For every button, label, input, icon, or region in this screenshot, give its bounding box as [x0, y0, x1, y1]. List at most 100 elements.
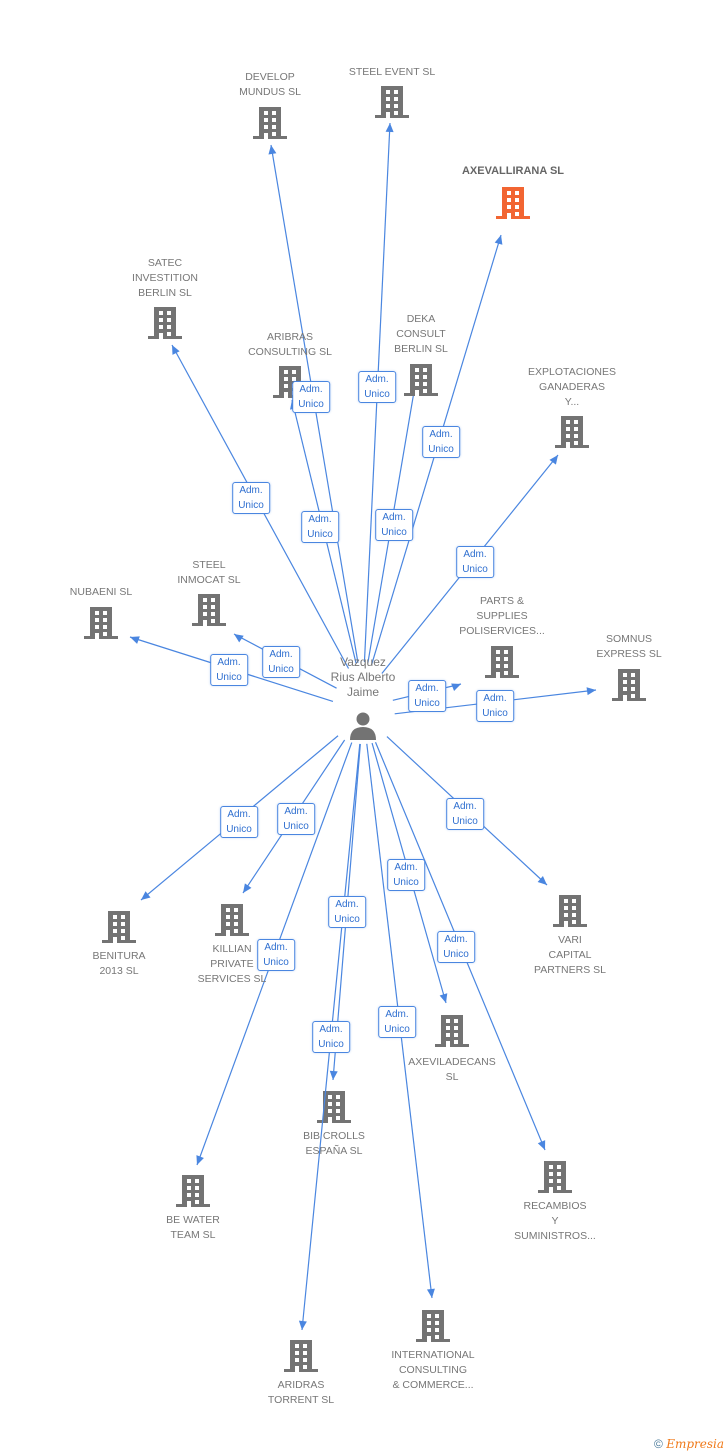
- company-label-line: BERLIN SL: [394, 343, 448, 355]
- company-label[interactable]: BE WATER TEAM SL: [166, 1213, 220, 1243]
- company-label-line: CONSULTING SL: [248, 346, 332, 358]
- building-icon[interactable]: [253, 107, 287, 140]
- arrow-head: [130, 636, 140, 644]
- company-label-line: SUPPLIES: [476, 610, 528, 622]
- role-label[interactable]: Adm. Unico: [312, 1021, 350, 1053]
- company-label[interactable]: DEKA CONSULT BERLIN SL: [394, 312, 448, 357]
- company-label-line: SL: [445, 1071, 459, 1083]
- building-icon[interactable]: [176, 1175, 210, 1208]
- company-label-line: GANADERAS: [539, 381, 605, 393]
- company-label-line: ARIBRAS: [266, 331, 314, 343]
- arrow-head: [268, 145, 277, 155]
- company-label[interactable]: NUBAENI SL: [70, 585, 132, 600]
- role-label[interactable]: Adm. Unico: [422, 426, 460, 458]
- company-label[interactable]: AXEVILADECANS SL: [408, 1055, 496, 1085]
- company-label-line: ESPAÑA SL: [305, 1145, 363, 1157]
- building-icon[interactable]: [416, 1310, 450, 1343]
- building-icon[interactable]: [404, 364, 438, 397]
- building-icon[interactable]: [148, 307, 182, 340]
- building-icon[interactable]: [485, 646, 519, 679]
- arrow-head: [243, 883, 252, 893]
- building-icon[interactable]: [435, 1015, 469, 1048]
- company-label-line: Y: [551, 1215, 559, 1227]
- company-label-line: SOMNUS: [605, 633, 653, 645]
- company-label[interactable]: ARIBRAS CONSULTING SL: [248, 330, 332, 360]
- role-label[interactable]: Adm. Unico: [358, 371, 396, 403]
- company-label-line: PARTS &: [480, 595, 524, 607]
- role-label[interactable]: Adm. Unico: [408, 680, 446, 712]
- building-icon[interactable]: [538, 1161, 572, 1194]
- company-label[interactable]: SATEC INVESTITION BERLIN SL: [132, 256, 198, 301]
- company-label[interactable]: BIB CROLLS ESPAÑA SL: [303, 1129, 365, 1159]
- company-label[interactable]: VARI CAPITAL PARTNERS SL: [534, 933, 606, 978]
- company-label-line: SERVICES SL: [197, 973, 267, 985]
- company-label-line: DEVELOP: [245, 71, 295, 83]
- role-label[interactable]: Adm. Unico: [437, 931, 475, 963]
- company-label[interactable]: EXPLOTACIONES GANADERAS Y...: [528, 365, 616, 410]
- arrow-head: [196, 1155, 204, 1165]
- company-label-line: PRIVATE: [210, 958, 254, 970]
- company-label-line: CONSULTING: [398, 1364, 468, 1376]
- building-icon[interactable]: [84, 607, 118, 640]
- role-label[interactable]: Adm. Unico: [220, 806, 258, 838]
- building-icon[interactable]: [102, 911, 136, 944]
- role-label[interactable]: Adm. Unico: [301, 511, 339, 543]
- arrow-head: [586, 687, 596, 696]
- company-label-line: STEEL EVENT SL: [348, 66, 436, 78]
- building-icon[interactable]: [284, 1340, 318, 1373]
- role-label[interactable]: Adm. Unico: [292, 381, 330, 413]
- company-label-line: & COMMERCE...: [392, 1379, 474, 1391]
- company-label-line: CONSULT: [396, 328, 446, 340]
- company-label[interactable]: STEEL INMOCAT SL: [177, 558, 240, 588]
- role-label[interactable]: Adm. Unico: [257, 939, 295, 971]
- arrow-head: [298, 1320, 307, 1330]
- company-label[interactable]: DEVELOP MUNDUS SL: [239, 70, 301, 100]
- role-label[interactable]: Adm. Unico: [456, 546, 494, 578]
- role-label[interactable]: Adm. Unico: [375, 509, 413, 541]
- company-label[interactable]: PARTS & SUPPLIES POLISERVICES...: [459, 594, 545, 639]
- company-label-line: STEEL: [192, 559, 226, 571]
- building-icon[interactable]: [555, 416, 589, 449]
- company-label[interactable]: RECAMBIOS Y SUMINISTROS...: [514, 1199, 596, 1244]
- role-label[interactable]: Adm. Unico: [210, 654, 248, 686]
- building-icon[interactable]: [612, 669, 646, 702]
- building-icon[interactable]: [496, 187, 530, 220]
- company-label-line: CAPITAL: [548, 949, 592, 961]
- company-label-line: EXPLOTACIONES: [528, 366, 616, 378]
- company-label[interactable]: ARIDRAS TORRENT SL: [268, 1378, 334, 1408]
- building-icon[interactable]: [553, 895, 587, 928]
- company-label[interactable]: STEEL EVENT SL: [349, 65, 435, 80]
- building-icon[interactable]: [192, 594, 226, 627]
- role-label[interactable]: Adm. Unico: [476, 690, 514, 722]
- company-label-line: 2013 SL: [99, 965, 139, 977]
- company-label-line: BERLIN SL: [138, 287, 192, 299]
- center-name-line: Jaime: [346, 685, 380, 699]
- role-label[interactable]: Adm. Unico: [277, 803, 315, 835]
- role-label[interactable]: Adm. Unico: [378, 1006, 416, 1038]
- company-label-line: MUNDUS SL: [239, 86, 301, 98]
- arrow-head: [439, 993, 448, 1003]
- building-icon[interactable]: [375, 86, 409, 119]
- role-label[interactable]: Adm. Unico: [387, 859, 425, 891]
- role-label[interactable]: Adm. Unico: [262, 646, 300, 678]
- building-icon[interactable]: [215, 904, 249, 937]
- company-label[interactable]: SOMNUS EXPRESS SL: [596, 632, 661, 662]
- company-label-line: RECAMBIOS: [523, 1200, 587, 1212]
- company-label-line: POLISERVICES...: [459, 625, 545, 637]
- role-label[interactable]: Adm. Unico: [446, 798, 484, 830]
- company-label[interactable]: BENITURA 2013 SL: [92, 949, 145, 979]
- role-label[interactable]: Adm. Unico: [232, 482, 270, 514]
- arrow-head: [385, 123, 394, 133]
- company-label-line: KILLIAN: [212, 943, 252, 955]
- building-icon[interactable]: [317, 1091, 351, 1124]
- center-person-name[interactable]: Vazquez Rius Alberto Jaime: [331, 655, 396, 700]
- company-label[interactable]: INTERNATIONAL CONSULTING & COMMERCE...: [391, 1348, 474, 1393]
- role-label[interactable]: Adm. Unico: [328, 896, 366, 928]
- company-label[interactable]: AXEVALLIRANA SL: [462, 164, 564, 179]
- footer-logo: © Empresia: [654, 1437, 724, 1451]
- center-name-line: Rius Alberto: [330, 670, 396, 684]
- company-label-line: SATEC: [147, 257, 183, 269]
- arrow-head: [329, 1070, 338, 1080]
- company-label[interactable]: KILLIAN PRIVATE SERVICES SL: [198, 942, 267, 987]
- person-icon[interactable]: [350, 712, 376, 741]
